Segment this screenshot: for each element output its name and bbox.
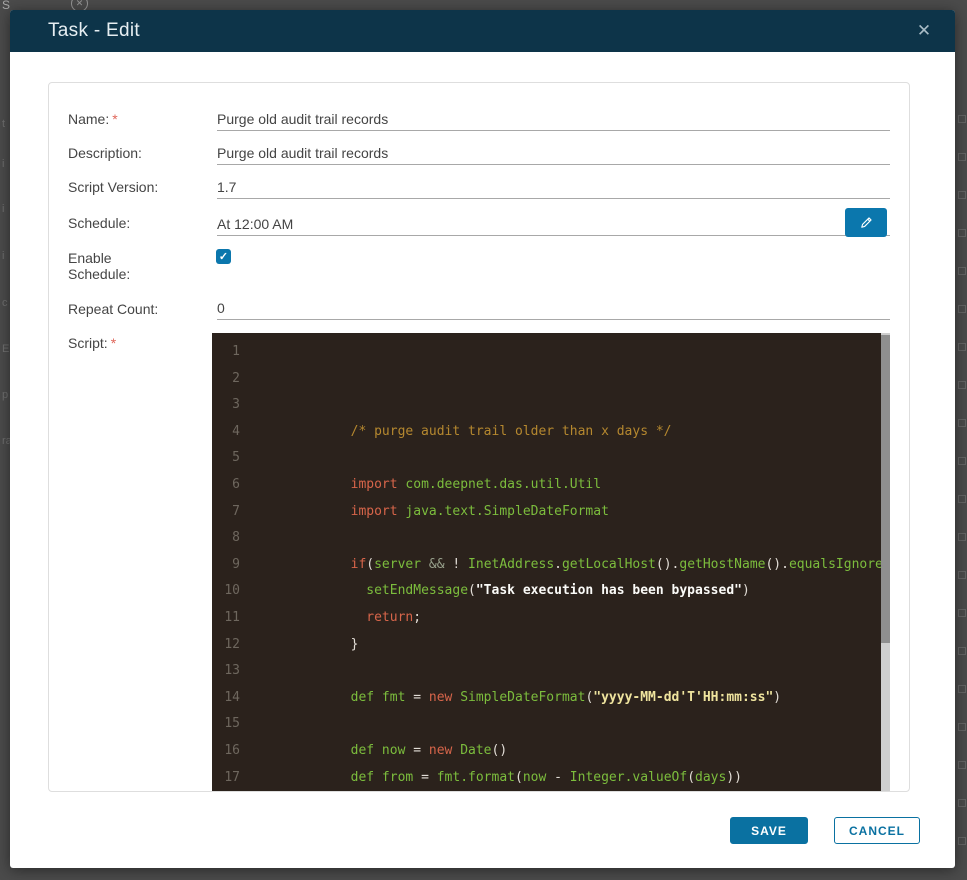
code-line-13: 13	[224, 663, 240, 679]
repeat-count-field[interactable]	[217, 297, 890, 320]
required-marker: *	[110, 335, 117, 351]
cancel-button[interactable]: CANCEL	[834, 817, 920, 844]
code-line-10: 10 setEndMessage("Task execution has bee…	[224, 583, 750, 599]
dialog-title: Task - Edit	[48, 20, 140, 41]
code-line-11: 11 return;	[224, 609, 422, 625]
dialog-header: Task - Edit ✕	[10, 10, 955, 52]
code-line-9: 9 if(server && ! InetAddress.getLocalHos…	[232, 556, 890, 572]
code-line-2: 2	[232, 370, 240, 386]
code-line-1: 1	[232, 344, 240, 359]
code-line-5: 5	[232, 450, 240, 466]
code-line-8: 8	[232, 530, 240, 546]
code-line-4: 4 /* purge audit trail older than x days…	[232, 423, 672, 439]
enable-schedule-label: Enable Schedule:	[68, 250, 131, 282]
script-version-label: Script Version:	[68, 179, 159, 195]
script-label: Script: *	[68, 335, 117, 351]
edit-schedule-button[interactable]	[845, 208, 887, 237]
code-line-16: 16 def now = new Date()	[224, 742, 508, 758]
enable-schedule-checkbox[interactable]: ✓	[216, 249, 231, 264]
schedule-label: Schedule:	[68, 215, 131, 231]
code-line-12: 12 }	[224, 636, 359, 652]
description-label: Description:	[68, 145, 142, 161]
editor-scrollbar[interactable]	[881, 333, 890, 791]
checkmark-icon: ✓	[218, 251, 229, 263]
name-field[interactable]	[217, 108, 890, 131]
name-label: Name: *	[68, 111, 118, 127]
code-line-14: 14 def fmt = new SimpleDateFormat("yyyy-…	[224, 689, 782, 705]
editor-scrollbar-thumb[interactable]	[881, 335, 890, 643]
code-line-6: 6 import com.deepnet.das.util.Util	[232, 476, 602, 492]
code-line-17: 17 def from = fmt.format(now - Integer.v…	[224, 769, 742, 785]
code-lines: 1 2 3 4 /* purge audit trail older than x d…	[212, 333, 890, 791]
pencil-icon	[859, 215, 874, 230]
repeat-count-label: Repeat Count:	[68, 301, 159, 317]
close-icon[interactable]: ✕	[909, 10, 939, 52]
script-version-field[interactable]	[217, 176, 890, 199]
background-tab-label: S	[2, 0, 11, 12]
code-line-15: 15	[224, 716, 240, 732]
code-line-7: 7 import java.text.SimpleDateFormat	[232, 503, 609, 519]
script-code-editor[interactable]: 1 2 3 4 /* purge audit trail older than x d…	[212, 333, 890, 791]
save-button[interactable]: SAVE	[730, 817, 808, 844]
required-marker: *	[112, 111, 118, 127]
code-line-3: 3	[232, 397, 240, 413]
description-field[interactable]	[217, 142, 890, 165]
task-edit-dialog: Task - Edit ✕ Name:* Description: Script…	[10, 10, 955, 868]
schedule-field[interactable]	[217, 213, 890, 236]
